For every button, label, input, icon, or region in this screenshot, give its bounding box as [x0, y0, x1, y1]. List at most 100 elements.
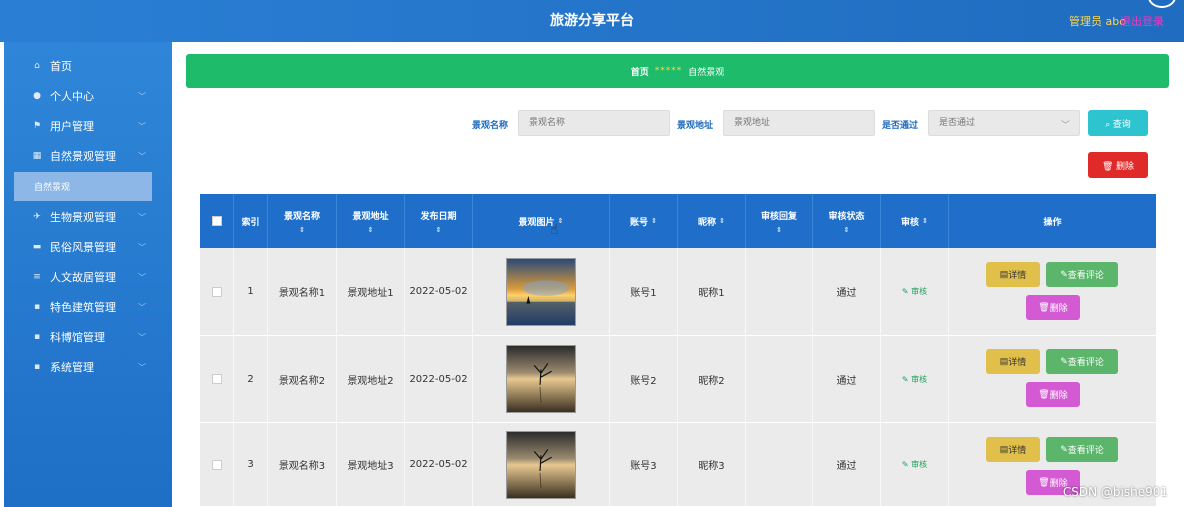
sidebar-item-label: 特色建筑管理 [50, 301, 116, 314]
pass-label: 是否通过 [882, 121, 919, 131]
chevron-down-icon: ﹀ [138, 242, 146, 252]
row-checkbox[interactable] [211, 374, 222, 384]
cell-image [473, 336, 610, 422]
query-button[interactable]: ⌕ 查询 [1088, 110, 1148, 136]
row-checkbox[interactable] [211, 286, 222, 297]
cell-audit: ✎ 审核 [881, 423, 949, 506]
sidebar-item-label: 人文故居管理 [50, 271, 116, 284]
col-date[interactable]: 发布日期 ⇕ [405, 194, 473, 248]
watermark: CSDN @bishe901 [1062, 485, 1168, 499]
landscape-thumbnail[interactable] [506, 257, 576, 326]
detail-button[interactable]: ▤ 详情 [986, 437, 1040, 462]
col-nick[interactable]: 昵称 ⇕ [678, 194, 746, 248]
sidebar-item-label: 系统管理 [50, 361, 94, 374]
chevron-down-icon: ﹀ [138, 272, 146, 282]
col-audit[interactable]: 审核 ⇕ [881, 194, 949, 248]
cell-account: 账号2 [610, 336, 678, 422]
cell-nick: 昵称1 [678, 248, 746, 335]
sidebar-item-label: 科博馆管理 [50, 331, 105, 344]
name-input[interactable] [518, 110, 670, 136]
landscape-thumbnail[interactable] [506, 430, 576, 499]
chevron-down-icon: ﹀ [138, 332, 146, 342]
sort-icon[interactable]: ⇕ [719, 217, 725, 225]
chevron-down-icon: ﹀ [138, 362, 146, 372]
breadcrumb-separator: ***** [654, 66, 683, 76]
view-comments-button[interactable]: ✎ 查看评论 [1046, 349, 1118, 374]
sort-icon[interactable]: ⇕ [299, 226, 305, 234]
sidebar-item-home[interactable]: ⌂ 首页 [4, 53, 172, 79]
sidebar-item-heritage[interactable]: ≡ 人文故居管理 ﹀ [4, 264, 172, 290]
avatar[interactable] [1148, 0, 1176, 8]
col-status[interactable]: 审核状态 ⇕ [813, 194, 881, 248]
sidebar-subitem-natural[interactable]: 自然景观 [14, 172, 152, 201]
chevron-down-icon: ﹀ [1061, 121, 1071, 131]
sort-icon[interactable]: ⇕ [922, 217, 928, 225]
sidebar-item-architecture[interactable]: ▪ 特色建筑管理 ﹀ [4, 294, 172, 320]
sort-icon[interactable]: ⇕ [368, 226, 374, 234]
card-icon: ▬ [32, 242, 42, 252]
detail-button[interactable]: ▤ 详情 [986, 349, 1040, 374]
sidebar-item-system[interactable]: ▪ 系统管理 ﹀ [4, 354, 172, 380]
select-all-checkbox[interactable] [211, 216, 222, 226]
detail-button[interactable]: ▤ 详情 [986, 262, 1040, 287]
row-checkbox-cell [200, 248, 234, 335]
edit-icon: ✎ [901, 460, 912, 469]
hand-cursor-icon: ☝ [550, 222, 559, 238]
col-addr[interactable]: 景观地址 ⇕ [337, 194, 405, 248]
home-icon: ⌂ [34, 61, 40, 71]
document-icon: ▤ [999, 444, 1009, 454]
cell-name: 景观名称1 [268, 248, 337, 335]
sidebar-item-bio[interactable]: ✈ 生物景观管理 ﹀ [4, 204, 172, 230]
audit-link[interactable]: ✎ 审核 [902, 459, 927, 470]
logout-link[interactable]: 退出登录 [1120, 13, 1164, 29]
sidebar-item-folk[interactable]: ▬ 民俗风景管理 ﹀ [4, 234, 172, 260]
addr-input[interactable] [723, 110, 875, 136]
audit-link[interactable]: ✎ 审核 [902, 286, 927, 297]
cell-nick: 昵称2 [678, 336, 746, 422]
trash-icon: 🗑 [1038, 389, 1050, 399]
sidebar-item-label: 个人中心 [50, 90, 94, 103]
table-row: 3 景观名称3 景观地址3 2022-05-02 账号3 昵称3 通过 ✎ 审核 [200, 423, 1156, 507]
sort-icon[interactable]: ⇕ [651, 217, 657, 225]
edit-icon: ✎ [901, 374, 912, 384]
sort-icon[interactable]: ⇕ [776, 226, 782, 234]
sidebar-item-users[interactable]: ⚑ 用户管理 ﹀ [4, 113, 172, 139]
apps-icon: ▪ [33, 362, 41, 372]
delete-row-button[interactable]: 🗑 删除 [1026, 382, 1080, 407]
chevron-down-icon: ﹀ [138, 151, 146, 161]
sidebar-item-natural[interactable]: ▦ 自然景观管理 ﹀ [4, 143, 172, 169]
landscape-thumbnail[interactable] [506, 345, 576, 413]
row-checkbox-cell [200, 423, 234, 506]
batch-delete-label: 删除 [1115, 160, 1134, 171]
sidebar: ⌂ 首页 ● 个人中心 ﹀ ⚑ 用户管理 ﹀ ▦ 自然景观管理 ﹀ 自然景观 ✈… [4, 42, 172, 507]
row-checkbox[interactable] [211, 459, 222, 470]
chevron-down-icon: ﹀ [138, 121, 146, 131]
cell-reply [746, 248, 813, 335]
col-account[interactable]: 账号 ⇕ [610, 194, 678, 248]
list-icon: ≡ [33, 272, 41, 282]
cell-audit: ✎ 审核 [881, 336, 949, 422]
sort-icon[interactable]: ⇕ [436, 226, 442, 234]
view-comments-button[interactable]: ✎ 查看评论 [1046, 437, 1118, 462]
cell-date: 2022-05-02 [405, 423, 473, 506]
edit-icon: ✎ [901, 287, 912, 296]
sidebar-item-museum[interactable]: ▪ 科博馆管理 ﹀ [4, 324, 172, 350]
audit-link[interactable]: ✎ 审核 [902, 374, 927, 385]
col-name[interactable]: 景观名称 ⇕ [268, 194, 337, 248]
col-reply[interactable]: 审核回复 ⇕ [746, 194, 813, 248]
view-comments-button[interactable]: ✎ 查看评论 [1046, 262, 1118, 287]
apps-icon: ▪ [33, 332, 41, 342]
cell-reply [746, 336, 813, 422]
select-all-cell [200, 194, 234, 248]
col-image[interactable]: 景观图片 ⇕ [473, 194, 610, 248]
batch-delete-button[interactable]: 🗑 删除 [1088, 152, 1148, 178]
cell-status: 通过 [813, 248, 881, 335]
app-frame: 旅游分享平台 管理员 abo 退出登录 ⌂ 首页 ● 个人中心 ﹀ ⚑ 用户管理… [0, 0, 1184, 507]
sort-icon[interactable]: ⇕ [844, 226, 850, 234]
breadcrumb-home[interactable]: 首页 [631, 65, 649, 78]
sidebar-item-profile[interactable]: ● 个人中心 ﹀ [4, 83, 172, 109]
app-title: 旅游分享平台 [550, 13, 634, 29]
delete-row-button[interactable]: 🗑 删除 [1026, 295, 1080, 320]
col-index: 索引 [234, 194, 268, 248]
pass-select[interactable] [928, 110, 1080, 136]
